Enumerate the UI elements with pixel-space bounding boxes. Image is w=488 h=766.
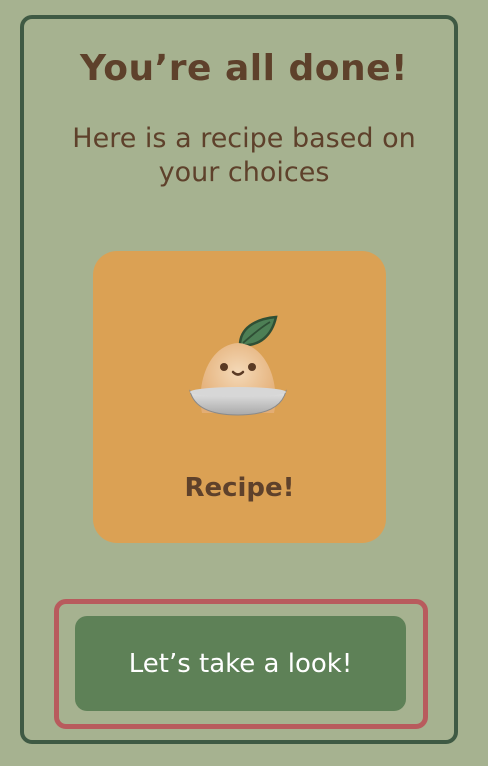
page-title: You’re all done! bbox=[80, 48, 408, 89]
recipe-card-label: Recipe! bbox=[184, 473, 295, 503]
recipe-card[interactable]: Recipe! bbox=[93, 251, 386, 543]
page-subtitle: Here is a recipe based on your choices bbox=[72, 123, 416, 188]
take-a-look-button[interactable]: Let’s take a look! bbox=[75, 616, 406, 711]
sprout-mascot-icon bbox=[189, 315, 287, 416]
